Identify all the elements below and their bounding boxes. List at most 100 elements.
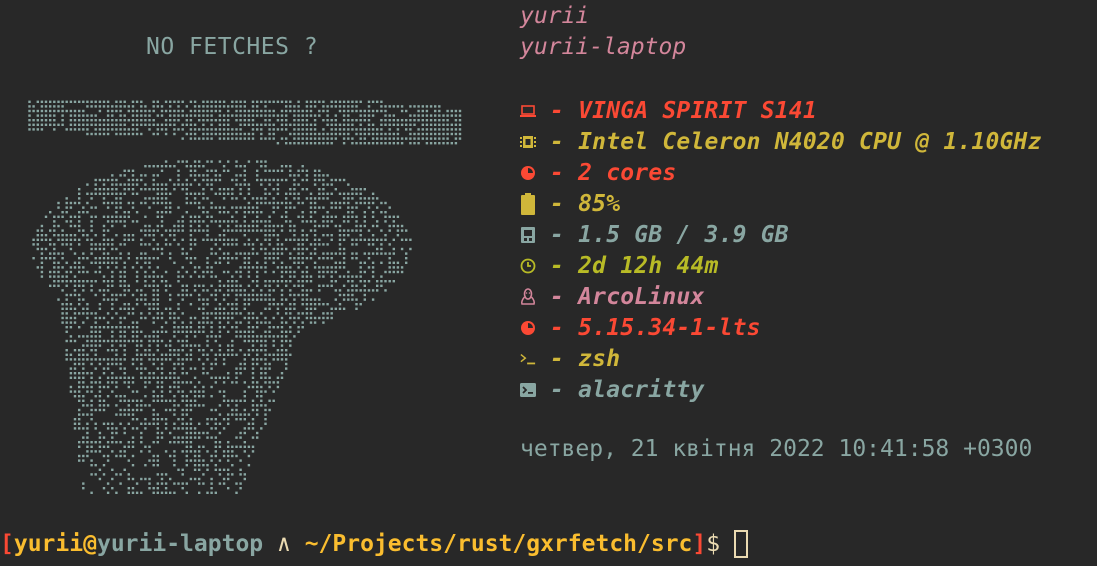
art-dot <box>276 247 280 251</box>
art-dot <box>421 114 424 117</box>
art-dot <box>334 119 337 122</box>
art-dot <box>264 105 267 108</box>
art-dot <box>247 160 251 163</box>
art-dot <box>106 128 110 131</box>
art-dot <box>297 100 300 103</box>
art-dot <box>338 266 342 269</box>
art-dot <box>123 188 126 191</box>
art-dot <box>313 261 317 264</box>
art-dot <box>65 220 68 223</box>
art-dot <box>127 441 130 444</box>
art-dot <box>73 289 77 292</box>
art-dot <box>82 234 85 237</box>
art-dot <box>73 358 77 361</box>
art-dot <box>289 270 292 274</box>
art-dot <box>218 303 222 306</box>
art-dot <box>102 404 106 407</box>
art-dot <box>127 284 130 287</box>
art-dot <box>86 441 89 444</box>
art-dot <box>264 169 267 172</box>
art-dot <box>177 243 180 246</box>
art-dot <box>235 128 238 131</box>
art-dot <box>256 114 259 117</box>
art-dot <box>297 201 300 205</box>
art-dot <box>57 284 60 287</box>
art-dot <box>73 316 77 320</box>
art-dot <box>247 252 251 255</box>
art-dot <box>347 123 350 126</box>
art-dot <box>156 459 159 462</box>
art-dot <box>247 188 251 191</box>
art-dot <box>111 247 114 251</box>
art-dot <box>152 353 155 356</box>
art-dot <box>49 211 52 214</box>
art-dot <box>144 335 147 338</box>
art-dot <box>156 464 159 467</box>
art-dot <box>189 459 193 462</box>
prompt-host: yurii-laptop <box>96 531 264 557</box>
art-dot <box>227 404 230 407</box>
art-dot <box>144 243 147 246</box>
art-dot <box>264 238 267 241</box>
art-dot <box>214 192 217 195</box>
art-dot <box>189 418 193 421</box>
art-dot <box>351 252 354 255</box>
art-dot <box>111 362 114 366</box>
art-dot <box>152 165 155 168</box>
art-dot <box>384 215 387 218</box>
art-dot <box>392 280 395 283</box>
art-dot <box>392 266 395 269</box>
art-dot <box>127 339 130 343</box>
art-dot <box>90 132 93 136</box>
art-dot <box>156 307 159 310</box>
art-dot <box>198 201 201 205</box>
art-dot <box>90 192 93 195</box>
art-dot <box>135 178 139 182</box>
art-dot <box>144 234 147 237</box>
art-dot <box>454 142 458 145</box>
art-dot <box>218 160 222 163</box>
text-cursor[interactable] <box>734 530 749 558</box>
art-dot <box>193 330 197 333</box>
art-dot <box>69 339 73 343</box>
art-dot <box>243 413 246 416</box>
art-dot <box>189 243 193 246</box>
art-dot <box>301 303 304 306</box>
art-dot <box>160 477 164 481</box>
art-dot <box>256 169 259 172</box>
art-dot <box>305 257 309 260</box>
art-dot <box>115 123 118 126</box>
art-dot <box>243 408 246 412</box>
art-dot <box>342 293 346 297</box>
art-dot <box>231 206 234 209</box>
shell-prompt[interactable]: [yurii @ yurii-laptop ∧ ~/Projects/rust/gx… <box>0 527 749 561</box>
art-dot <box>106 123 110 126</box>
art-dot <box>169 441 172 444</box>
art-dot <box>272 257 275 260</box>
art-dot <box>425 142 429 145</box>
art-dot <box>285 321 288 324</box>
art-dot <box>111 215 114 218</box>
art-dot <box>417 114 420 117</box>
art-dot <box>90 224 93 228</box>
art-dot <box>135 335 139 338</box>
art-dot <box>434 137 437 140</box>
art-dot <box>280 353 284 356</box>
art-dot <box>334 307 337 310</box>
art-dot <box>102 257 106 260</box>
art-dot <box>69 270 73 274</box>
terminal-window[interactable]: NO FETCHES ? yurii yurii-laptop - VINGA … <box>0 0 1097 566</box>
art-dot <box>102 247 106 251</box>
art-dot <box>185 105 188 108</box>
art-dot <box>243 390 246 393</box>
art-dot <box>106 257 110 260</box>
art-dot <box>115 220 118 223</box>
art-dot <box>65 197 68 200</box>
art-dot <box>338 289 342 292</box>
art-dot <box>293 197 296 200</box>
art-dot <box>106 105 110 108</box>
art-dot <box>144 395 147 398</box>
art-dot <box>160 376 164 379</box>
art-dot <box>297 252 300 255</box>
art-dot <box>239 399 242 402</box>
